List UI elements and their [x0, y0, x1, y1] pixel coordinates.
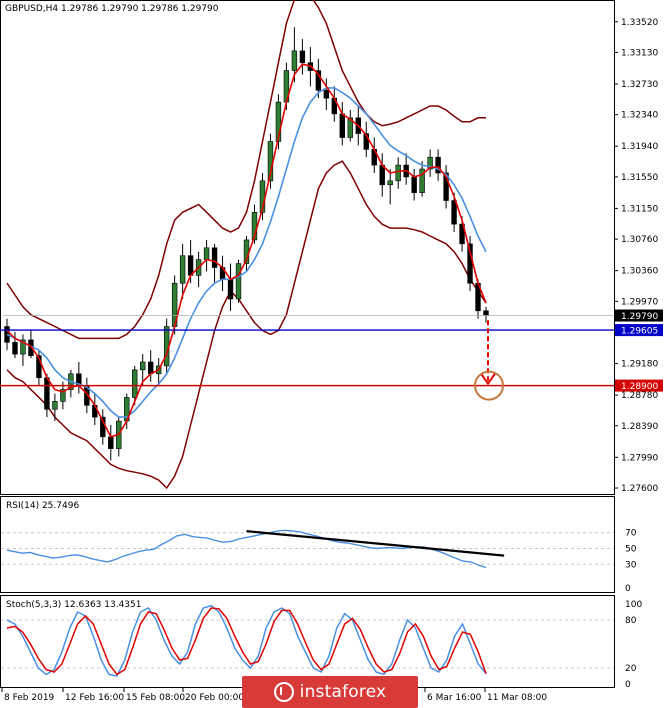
- candle-body: [387, 180, 393, 186]
- price-tick-label: 1.27600: [621, 484, 658, 494]
- price-tick-label: 1.31550: [621, 173, 658, 183]
- time-tick-label: 20 Feb 00:00: [185, 693, 244, 703]
- price-tick-label: 1.29180: [621, 360, 658, 370]
- candle-body: [140, 361, 146, 371]
- price-tick-label: 1.30760: [621, 235, 658, 245]
- stoch-axis: 100 80 20 0: [625, 600, 642, 690]
- candle-body: [132, 369, 138, 398]
- rsi-tick-label: 50: [625, 545, 637, 555]
- price-tick-label: 1.31940: [621, 142, 658, 152]
- stoch-tick-label: 20: [625, 664, 637, 674]
- instaforex-logo-icon: [273, 682, 294, 702]
- price-tick-label: 1.31150: [621, 204, 658, 214]
- stoch-title: Stoch(5,3,3) 12.6363 13.4351: [6, 600, 141, 610]
- price-title: GBPUSD,H4 1.29786 1.29790 1.29786 1.2979…: [5, 4, 219, 14]
- candle-body: [203, 247, 210, 260]
- time-tick-label: 15 Feb 08:00: [126, 693, 185, 703]
- price-panel-border: [0, 0, 615, 495]
- stoch-tick-label: 0: [625, 680, 631, 690]
- level-tag-label: 1.29605: [621, 327, 658, 337]
- candle-body: [339, 113, 345, 138]
- price-tick-label: 1.33520: [621, 18, 658, 28]
- candle-body: [187, 255, 194, 276]
- chart-frame: 1.296051.289001.29790 1.335201.331301.32…: [0, 0, 663, 703]
- stoch-tick-label: 80: [625, 616, 637, 626]
- candle-body: [227, 278, 234, 300]
- price-tick-label: 1.33130: [621, 48, 658, 58]
- rsi-tick-label: 70: [625, 529, 637, 539]
- candle-body: [411, 176, 417, 193]
- price-axis: 1.33520 1.33130 1.32730 1.32340 1.31940 1.315…: [614, 18, 658, 494]
- candle-body: [395, 164, 401, 182]
- rsi-axis: 70 50 30 0: [625, 529, 637, 594]
- candle-body: [451, 200, 457, 225]
- candle-body: [108, 436, 114, 449]
- time-tick-label: 12 Feb 16:00: [65, 693, 124, 703]
- price-tick-label: 1.28390: [621, 422, 658, 432]
- price-tick-label: 1.30360: [621, 267, 658, 277]
- price-tick-label: 1.27990: [621, 453, 658, 463]
- candle-body: [291, 50, 298, 71]
- current-price-label: 1.29790: [621, 312, 658, 322]
- stoch-tick-label: 100: [625, 600, 642, 610]
- rsi-tick-label: 30: [625, 560, 637, 570]
- candle-body: [148, 361, 154, 375]
- candle-body: [379, 164, 385, 186]
- price-tick-label: 1.28780: [621, 391, 658, 401]
- rsi-title: RSI(14) 25.7496: [6, 501, 79, 511]
- instaforex-watermark: instaforex: [242, 676, 418, 708]
- price-tick-label: 1.32730: [621, 80, 658, 90]
- time-tick-label: 8 Feb 2019: [4, 693, 55, 703]
- rsi-panel-border: [0, 496, 615, 593]
- price-tick-label: 1.32340: [621, 111, 658, 121]
- candle-body: [44, 377, 50, 410]
- candle-body: [235, 263, 242, 300]
- candle-body: [211, 247, 218, 268]
- time-tick-label: 11 Mar 08:00: [487, 693, 547, 703]
- price-tick-label: 1.29970: [621, 297, 658, 307]
- candle-body: [483, 310, 489, 316]
- time-tick-label: 6 Mar 16:00: [427, 693, 482, 703]
- rsi-tick-label: 0: [625, 584, 631, 594]
- candle-body: [179, 255, 186, 284]
- candle-body: [323, 89, 330, 99]
- candle-body: [52, 401, 58, 410]
- candle-body: [12, 341, 18, 355]
- candle-body: [299, 50, 306, 64]
